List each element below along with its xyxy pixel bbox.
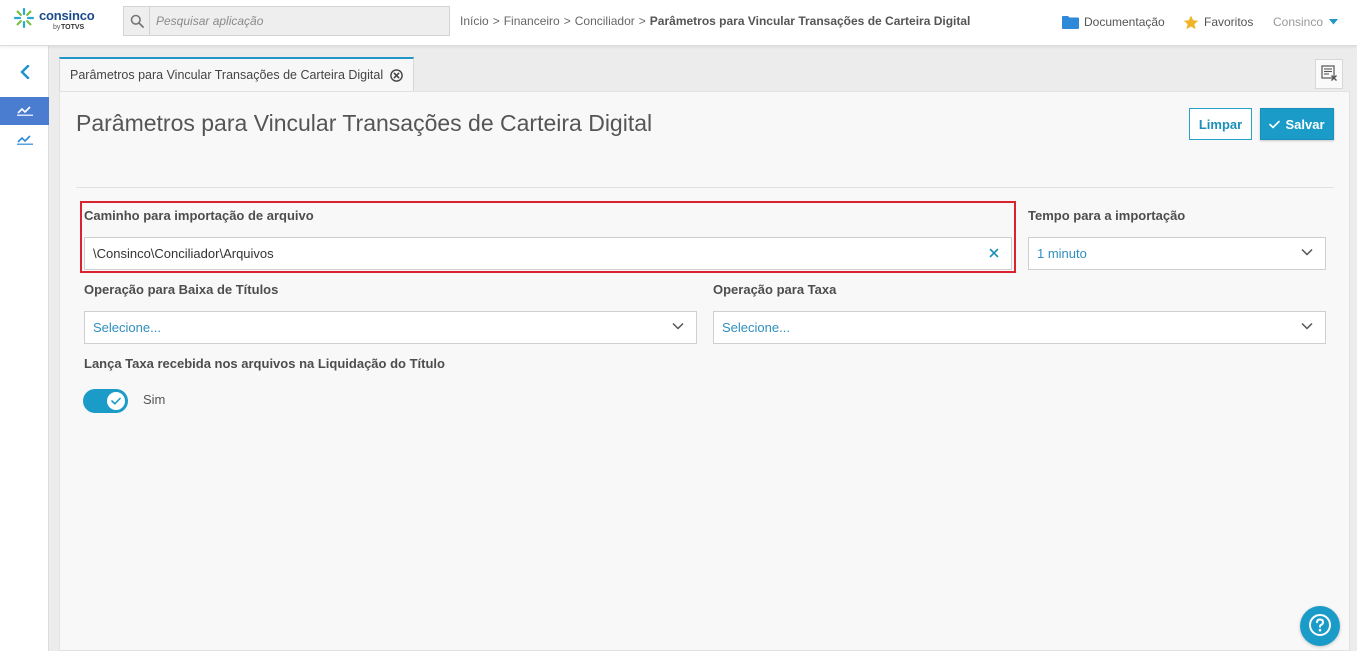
user-label: Consinco <box>1273 15 1324 29</box>
chart-line-icon <box>16 133 33 148</box>
breadcrumb-item-inicio[interactable]: Início <box>460 14 489 28</box>
write-off-operation-value: Selecione... <box>93 320 161 335</box>
fee-toggle-label: Lança Taxa recebida nos arquivos na Liqu… <box>84 356 445 371</box>
breadcrumb-separator: > <box>638 14 646 28</box>
logo-by: by <box>53 24 61 31</box>
collapse-menu-button[interactable] <box>0 60 49 86</box>
favorites-link[interactable]: Favoritos <box>1183 13 1253 31</box>
import-time-value: 1 minuto <box>1037 246 1087 261</box>
chevron-down-icon <box>1301 248 1313 256</box>
import-path-input[interactable] <box>85 238 1011 269</box>
page-title: Parâmetros para Vincular Transações de C… <box>76 110 653 136</box>
close-tabs-icon <box>1320 64 1338 84</box>
logo-text: consinco <box>39 8 95 23</box>
star-icon <box>1183 15 1199 30</box>
write-off-operation-select[interactable]: Selecione... <box>84 311 697 344</box>
user-menu[interactable]: Consinco <box>1273 13 1339 31</box>
clear-input-icon[interactable] <box>987 246 1001 260</box>
import-path-field <box>84 237 1012 270</box>
divider <box>76 187 1334 188</box>
folder-icon <box>1062 15 1079 29</box>
help-icon <box>1308 613 1332 640</box>
import-path-label: Caminho para importação de arquivo <box>84 208 314 223</box>
caret-down-icon <box>1329 19 1339 25</box>
clear-button[interactable]: Limpar <box>1189 108 1252 140</box>
breadcrumb-separator: > <box>492 14 500 28</box>
breadcrumb: Início > Financeiro > Conciliador > Parâmetros… <box>460 14 970 28</box>
search-icon[interactable] <box>124 7 150 35</box>
main-content: Parâmetros para Vincular Transações de C… <box>59 91 1350 651</box>
documentation-link[interactable]: Documentação <box>1062 13 1165 31</box>
nav-item-financeiro[interactable] <box>0 97 49 125</box>
top-bar: consinco by TOTVS Início>Financeiro>Conc… <box>0 0 1357 46</box>
check-icon <box>111 397 121 405</box>
tab-label: Parâmetros para Vincular Transações de C… <box>70 68 384 82</box>
fee-operation-select[interactable]: Selecione... <box>713 311 1326 344</box>
write-off-operation-label: Operação para Baixa de Títulos <box>84 282 279 297</box>
logo-mark-icon <box>13 7 35 29</box>
save-button[interactable]: Salvar <box>1260 108 1334 140</box>
consinco-logo[interactable]: consinco by TOTVS <box>13 6 103 38</box>
logo-totvs: TOTVS <box>61 24 85 31</box>
breadcrumb-item-conciliador[interactable]: Conciliador <box>575 14 635 28</box>
breadcrumb-current: Parâmetros para Vincular Transações de C… <box>649 14 971 28</box>
left-rail <box>0 46 49 651</box>
nav-item-conciliador[interactable] <box>0 126 49 154</box>
chart-line-icon <box>16 104 33 119</box>
chevron-down-icon <box>1301 322 1313 330</box>
documentation-label: Documentação <box>1084 15 1165 29</box>
chevron-down-icon <box>672 322 684 330</box>
save-label: Salvar <box>1285 116 1325 132</box>
close-tab-icon[interactable] <box>390 68 403 82</box>
favorites-label: Favoritos <box>1204 15 1254 29</box>
search-box <box>123 6 450 36</box>
breadcrumb-separator: > <box>563 14 571 28</box>
tab-parametros[interactable]: Parâmetros para Vincular Transações de C… <box>59 57 415 91</box>
chevron-left-icon <box>20 64 30 82</box>
import-time-label: Tempo para a importação <box>1028 208 1186 223</box>
check-icon <box>1269 120 1281 129</box>
fee-toggle-state: Sim <box>143 392 166 407</box>
tab-bar: Parâmetros para Vincular Transações de C… <box>49 46 1357 91</box>
fee-operation-value: Selecione... <box>722 320 790 335</box>
search-input[interactable] <box>151 7 449 35</box>
fee-operation-label: Operação para Taxa <box>713 282 837 297</box>
close-all-tabs-button[interactable] <box>1315 59 1343 89</box>
help-button[interactable] <box>1300 606 1340 646</box>
fee-toggle[interactable] <box>83 389 128 413</box>
breadcrumb-item-financeiro[interactable]: Financeiro <box>504 14 560 28</box>
import-time-select[interactable]: 1 minuto <box>1028 237 1326 270</box>
toggle-knob <box>107 392 125 410</box>
